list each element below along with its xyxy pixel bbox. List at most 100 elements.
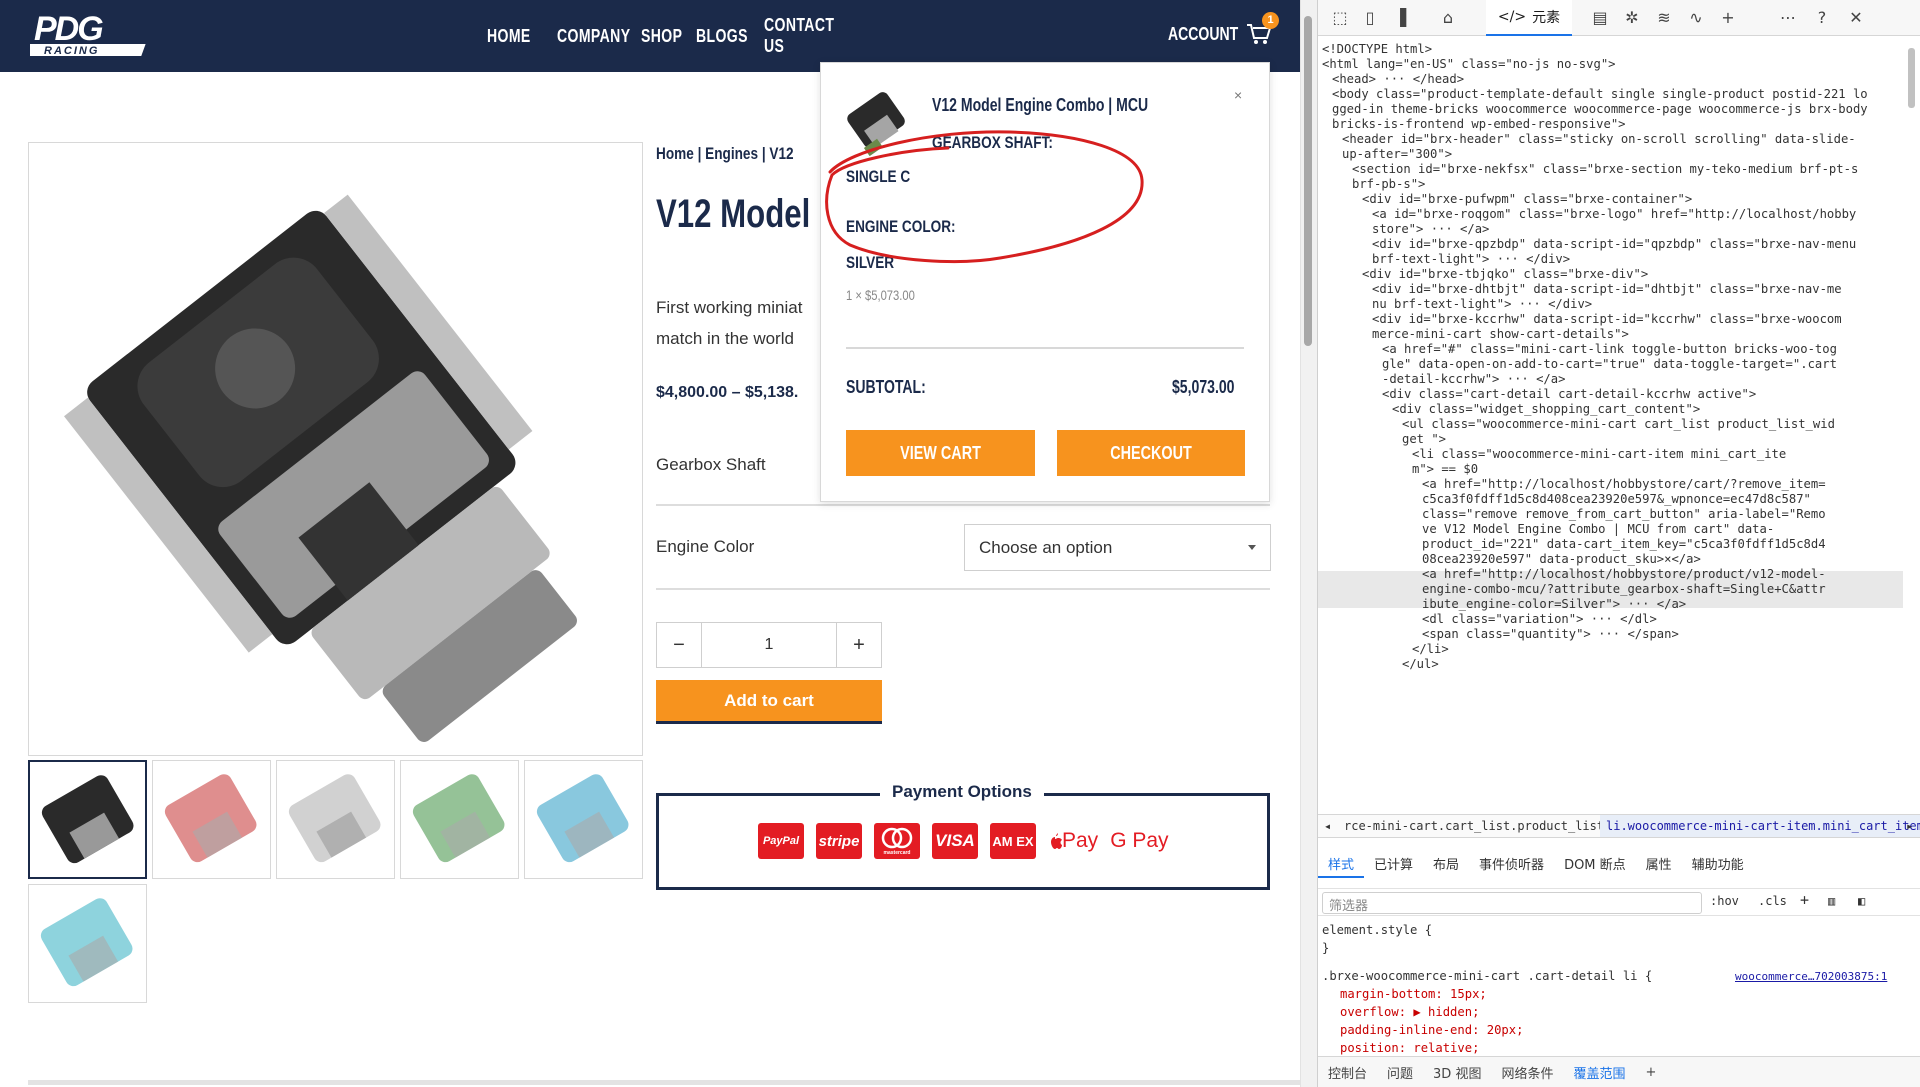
thumbnail-red[interactable] xyxy=(152,760,271,879)
more-icon[interactable]: ⋯ xyxy=(1778,8,1798,28)
mastercard-circles-icon xyxy=(881,827,913,849)
gearbox-shaft-attr-label: GEARBOX SHAFT: xyxy=(932,133,1053,152)
apple-pay-logo: Pay xyxy=(1048,829,1098,853)
new-rule-icon[interactable]: + xyxy=(1800,891,1809,909)
visa-logo: VISA xyxy=(932,823,978,859)
pdg-racing-logo[interactable]: PDG RACING xyxy=(30,10,166,60)
product-main-image[interactable] xyxy=(28,142,643,756)
drawer-tab-network-conditions[interactable]: 网络条件 xyxy=(1491,1063,1563,1082)
nav-company[interactable]: COMPANY xyxy=(557,26,630,47)
checkout-button[interactable]: CHECKOUT xyxy=(1057,430,1245,476)
apple-pay-label: Pay xyxy=(1062,829,1099,852)
nav-blogs[interactable]: BLOGS xyxy=(696,26,749,47)
nav-home[interactable]: HOME xyxy=(487,26,542,47)
wifi-icon[interactable]: ≋ xyxy=(1654,8,1674,28)
help-icon[interactable]: ? xyxy=(1812,8,1832,28)
nav-account[interactable]: ACCOUNT xyxy=(1168,24,1238,45)
paint-icon[interactable]: ▥ xyxy=(1828,894,1835,908)
subtab-event-listeners[interactable]: 事件侦听器 xyxy=(1469,848,1554,878)
v12-engine-image xyxy=(64,194,577,742)
style-property[interactable]: margin-bottom: 15px; xyxy=(1340,986,1487,1004)
drawer-tab-console[interactable]: 控制台 xyxy=(1318,1063,1377,1082)
device-toggle-icon[interactable]: ▯ xyxy=(1360,8,1380,28)
style-source-link[interactable]: woocommerce…702003875:1 xyxy=(1735,968,1887,986)
cart-item-name[interactable]: V12 Model Engine Combo | MCU xyxy=(932,95,1148,116)
paypal-logo: PayPal xyxy=(758,823,804,859)
cart-item-quantity: 1 × $5,073.00 xyxy=(846,287,915,303)
svg-text:PDG: PDG xyxy=(34,10,103,48)
breadcrumb[interactable]: Home | Engines | V12 xyxy=(656,144,794,164)
subtab-accessibility[interactable]: 辅助功能 xyxy=(1682,848,1754,878)
payment-logos: PayPal stripe mastercard VISA AM EX Pay … xyxy=(758,823,1169,859)
qty-increase-button[interactable]: + xyxy=(837,623,881,667)
thumbnail-cyan[interactable] xyxy=(28,884,147,1003)
drawer-tab-issues[interactable]: 问题 xyxy=(1377,1063,1423,1082)
dom-scroll-thumb[interactable] xyxy=(1908,48,1915,108)
hov-toggle[interactable]: :hov xyxy=(1710,894,1739,908)
home-icon[interactable]: ⌂ xyxy=(1438,8,1458,28)
chevron-left-icon[interactable]: ◂ xyxy=(1324,815,1331,837)
close-icon[interactable]: ✕ xyxy=(1846,8,1866,28)
dom-tree: <!DOCTYPE html> <html lang="en-US" class=… xyxy=(1318,38,1903,813)
thumbnail-blue[interactable] xyxy=(524,760,643,879)
style-property[interactable]: position: relative; xyxy=(1340,1040,1479,1058)
divider xyxy=(846,347,1244,349)
stripe-logo: stripe xyxy=(816,823,862,859)
thumbnail-black[interactable] xyxy=(28,760,147,879)
style-property[interactable]: overflow: ▶ hidden; xyxy=(1340,1004,1479,1022)
google-pay-logo: G Pay xyxy=(1110,829,1169,852)
chevron-right-icon[interactable]: ▸ xyxy=(1906,815,1913,837)
gearbox-shaft-attr-value: SINGLE C xyxy=(846,167,911,186)
sidebar-toggle-icon[interactable]: ◧ xyxy=(1858,894,1865,908)
styles-filter-input[interactable]: 筛选器 xyxy=(1322,892,1702,914)
console-icon[interactable]: ▤ xyxy=(1590,8,1610,28)
dock-icon[interactable]: ▐ xyxy=(1390,8,1410,28)
mastercard-logo: mastercard xyxy=(874,823,920,859)
view-cart-button[interactable]: VIEW CART xyxy=(846,430,1035,476)
product-price-range: $4,800.00 – $5,138. xyxy=(656,384,799,401)
engine-color-select[interactable]: Choose an option xyxy=(964,524,1271,571)
dom-node-line[interactable]: <ul class="woocommerce-mini-cart cart_li… xyxy=(1402,415,1835,433)
nav-shop[interactable]: SHOP xyxy=(641,26,684,47)
add-to-cart-button[interactable]: Add to cart xyxy=(656,680,882,724)
tab-elements-label: 元素 xyxy=(1532,10,1561,26)
styles-subtabs: 样式 已计算 布局 事件侦听器 DOM 断点 属性 辅助功能 xyxy=(1318,848,1920,878)
subtab-dom-breakpoints[interactable]: DOM 断点 xyxy=(1554,848,1636,878)
remove-item-button[interactable]: × xyxy=(1234,87,1242,103)
horizontal-scrollbar[interactable] xyxy=(28,1080,1300,1085)
subtab-computed[interactable]: 已计算 xyxy=(1364,848,1423,878)
bug-icon[interactable]: ✲ xyxy=(1622,8,1642,28)
add-drawer-tab-icon[interactable]: + xyxy=(1635,1065,1666,1080)
view-cart-label: VIEW CART xyxy=(900,442,981,463)
drawer-tab-3d-view[interactable]: 3D 视图 xyxy=(1423,1063,1491,1082)
subtab-properties[interactable]: 属性 xyxy=(1636,848,1682,878)
style-line: element.style { xyxy=(1322,923,1433,937)
dom-node-line[interactable]: <span class="quantity"> ··· </span> xyxy=(1422,625,1679,643)
cart-count-badge: 1 xyxy=(1262,12,1279,29)
performance-icon[interactable]: ∿ xyxy=(1686,8,1706,28)
page-scrollbar-thumb[interactable] xyxy=(1304,16,1312,346)
tab-elements[interactable]: </> 元素 xyxy=(1486,0,1572,36)
qty-input[interactable]: 1 xyxy=(701,623,837,667)
qty-decrease-button[interactable]: − xyxy=(657,623,701,667)
engine-color-attr-label: ENGINE COLOR: xyxy=(846,217,956,236)
apple-icon xyxy=(1051,833,1062,849)
subtab-layout[interactable]: 布局 xyxy=(1423,848,1469,878)
inspect-icon[interactable]: ⬚ xyxy=(1330,8,1350,28)
website-viewport: PDG RACING HOME COMPANY SHOP BLOGS CONTA… xyxy=(0,0,1300,1087)
add-tab-icon[interactable]: + xyxy=(1718,8,1738,28)
thumbnail-green[interactable] xyxy=(400,760,519,879)
payment-options-title: Payment Options xyxy=(880,782,1044,802)
devtools-toolbar: ⬚ ▯ ▐ ⌂ </> 元素 ▤ ✲ ≋ ∿ + ⋯ ? ✕ xyxy=(1318,0,1920,36)
nav-contact-us[interactable]: CONTACT US xyxy=(764,15,842,57)
style-property[interactable]: padding-inline-end: 20px; xyxy=(1340,1022,1523,1040)
subtab-styles[interactable]: 样式 xyxy=(1318,848,1365,878)
dom-crumb-active[interactable]: li.woocommerce-mini-cart-item.mini_cart_… xyxy=(1600,815,1920,837)
dom-node-line[interactable]: <section id="brxe-nekfsx" class="brxe-se… xyxy=(1352,160,1858,178)
select-value: Choose an option xyxy=(979,537,1113,557)
cart-item-thumbnail[interactable] xyxy=(843,85,913,157)
thumbnail-silver[interactable] xyxy=(276,760,395,879)
drawer-tab-coverage[interactable]: 覆盖范围 xyxy=(1563,1063,1635,1082)
dom-node-line[interactable]: </ul> xyxy=(1402,655,1439,673)
cls-toggle[interactable]: .cls xyxy=(1758,894,1787,908)
